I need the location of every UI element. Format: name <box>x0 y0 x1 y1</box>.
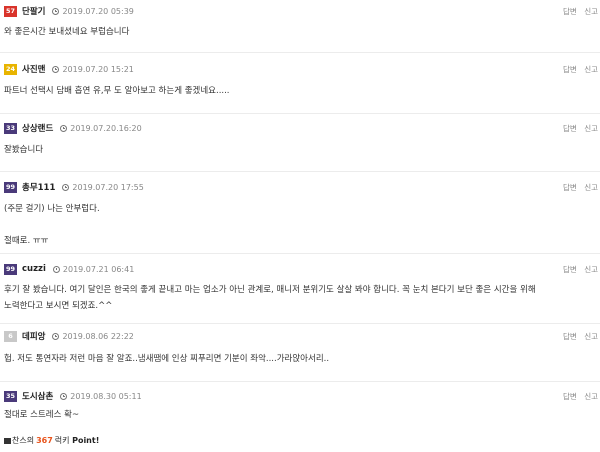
level-badge: 35 <box>4 390 17 402</box>
author-name[interactable]: 상상랜드 <box>22 122 53 134</box>
comment-item: 24 사진맨 2019.07.20 15:21 답변 신고 파트너 선택시 담배… <box>0 58 600 114</box>
comment-actions: 답변 신고 <box>558 6 598 17</box>
clock-icon <box>52 265 60 273</box>
comment-text-line2: 절때로. ㅠㅠ <box>4 236 49 246</box>
comment-text: 헙. 저도 통연자라 저런 마음 잘 알죠..냄새땜에 인상 찌푸리면 기분이 … <box>4 354 330 364</box>
comment-header: 57 단팔기 2019.07.20 05:39 <box>4 5 134 17</box>
lucky-prefix: 찬스의 <box>12 436 35 445</box>
comment-header: 99 cuzzi 2019.07.21 06:41 <box>4 263 134 275</box>
author-name[interactable]: cuzzi <box>22 264 46 274</box>
comment-text: (주문 걸기) 나는 안부럽다. <box>4 204 100 214</box>
lucky-number: 367 <box>36 436 53 445</box>
comment-item: 57 단팔기 2019.07.20 05:39 답변 신고 와 좋은시간 보내셨… <box>0 0 600 53</box>
comment-date: 2019.07.21 06:41 <box>62 264 135 274</box>
comment-header: 35 도시삼촌 2019.08.30 05:11 <box>4 390 142 402</box>
comment-item: 99 총무111 2019.07.20 17:55 답변 신고 (주문 걸기) … <box>0 176 600 254</box>
comment-actions: 답변 신고 <box>558 64 598 75</box>
comment-text: 잘봤습니다 <box>4 145 44 155</box>
comment-date: 2019.07.20 17:55 <box>72 182 144 192</box>
lucky-suffix: 럭키 <box>54 436 70 445</box>
comment-text-line2: 노력한다고 보시면 되겠죠.^^ <box>4 301 113 311</box>
clock-icon <box>60 392 68 400</box>
author-name[interactable]: 사진맨 <box>22 63 45 75</box>
comment-date: 2019.07.20.16:20 <box>70 123 142 133</box>
comment-item: 33 상상랜드 2019.07.20.16:20 답변 신고 잘봤습니다 <box>0 117 600 172</box>
reply-button[interactable]: 답변 <box>563 332 577 341</box>
gift-icon <box>4 437 11 444</box>
comment-date: 2019.08.30 05:11 <box>70 391 142 401</box>
comment-text: 후기 잘 봤습니다. 여기 달인은 한국의 좋게 끝내고 마는 업소가 아닌 관… <box>4 285 536 295</box>
author-name[interactable]: 도시삼촌 <box>22 390 53 402</box>
comment-actions: 답변 신고 <box>558 123 598 134</box>
comment-actions: 답변 신고 <box>558 182 598 193</box>
reply-button[interactable]: 답변 <box>563 124 577 133</box>
report-button[interactable]: 신고 <box>584 124 598 133</box>
author-name[interactable]: 단팔기 <box>22 5 45 17</box>
level-badge: 57 <box>4 5 17 17</box>
level-badge: 99 <box>4 263 17 275</box>
reply-button[interactable]: 답변 <box>563 7 577 16</box>
comment-actions: 답변 신고 <box>558 264 598 275</box>
comment-item: 99 cuzzi 2019.07.21 06:41 답변 신고 후기 잘 봤습니… <box>0 258 600 324</box>
level-badge: 99 <box>4 181 17 193</box>
report-button[interactable]: 신고 <box>584 7 598 16</box>
comment-date: 2019.07.20 05:39 <box>62 6 134 16</box>
clock-icon <box>60 124 68 132</box>
comment-item: 6 데피앙 2019.08.06 22:22 답변 신고 헙. 저도 통연자라 … <box>0 325 600 382</box>
reply-button[interactable]: 답변 <box>563 183 577 192</box>
comment-actions: 답변 신고 <box>558 391 598 402</box>
author-name[interactable]: 총무111 <box>22 181 55 193</box>
clock-icon <box>52 65 60 73</box>
comment-header: 99 총무111 2019.07.20 17:55 <box>4 181 144 193</box>
clock-icon <box>52 332 60 340</box>
report-button[interactable]: 신고 <box>584 265 598 274</box>
report-button[interactable]: 신고 <box>584 65 598 74</box>
level-badge: 24 <box>4 63 17 75</box>
level-badge: 33 <box>4 122 17 134</box>
clock-icon <box>62 183 70 191</box>
author-name[interactable]: 데피앙 <box>22 330 45 342</box>
comment-header: 6 데피앙 2019.08.06 22:22 <box>4 330 134 342</box>
comment-actions: 답변 신고 <box>558 331 598 342</box>
comment-header: 33 상상랜드 2019.07.20.16:20 <box>4 122 142 134</box>
lucky-point: Point! <box>72 436 100 445</box>
lucky-point-banner: 찬스의 367 럭키 Point! <box>4 435 99 446</box>
report-button[interactable]: 신고 <box>584 183 598 192</box>
comment-date: 2019.08.06 22:22 <box>62 331 134 341</box>
report-button[interactable]: 신고 <box>584 392 598 401</box>
comment-item: 35 도시삼촌 2019.08.30 05:11 답변 신고 절대로 스트레스 … <box>0 385 600 430</box>
comment-date: 2019.07.20 15:21 <box>62 64 134 74</box>
level-badge: 6 <box>4 330 17 342</box>
reply-button[interactable]: 답변 <box>563 265 577 274</box>
comment-header: 24 사진맨 2019.07.20 15:21 <box>4 63 134 75</box>
clock-icon <box>52 7 60 15</box>
reply-button[interactable]: 답변 <box>563 65 577 74</box>
comment-text: 와 좋은시간 보내셨네요 부럽습니다 <box>4 27 130 37</box>
comment-text: 파트너 선택시 담배 흡연 유,무 도 알아보고 하는게 좋겠네요..... <box>4 86 230 96</box>
comment-text: 절대로 스트레스 확~ <box>4 410 80 420</box>
reply-button[interactable]: 답변 <box>563 392 577 401</box>
report-button[interactable]: 신고 <box>584 332 598 341</box>
